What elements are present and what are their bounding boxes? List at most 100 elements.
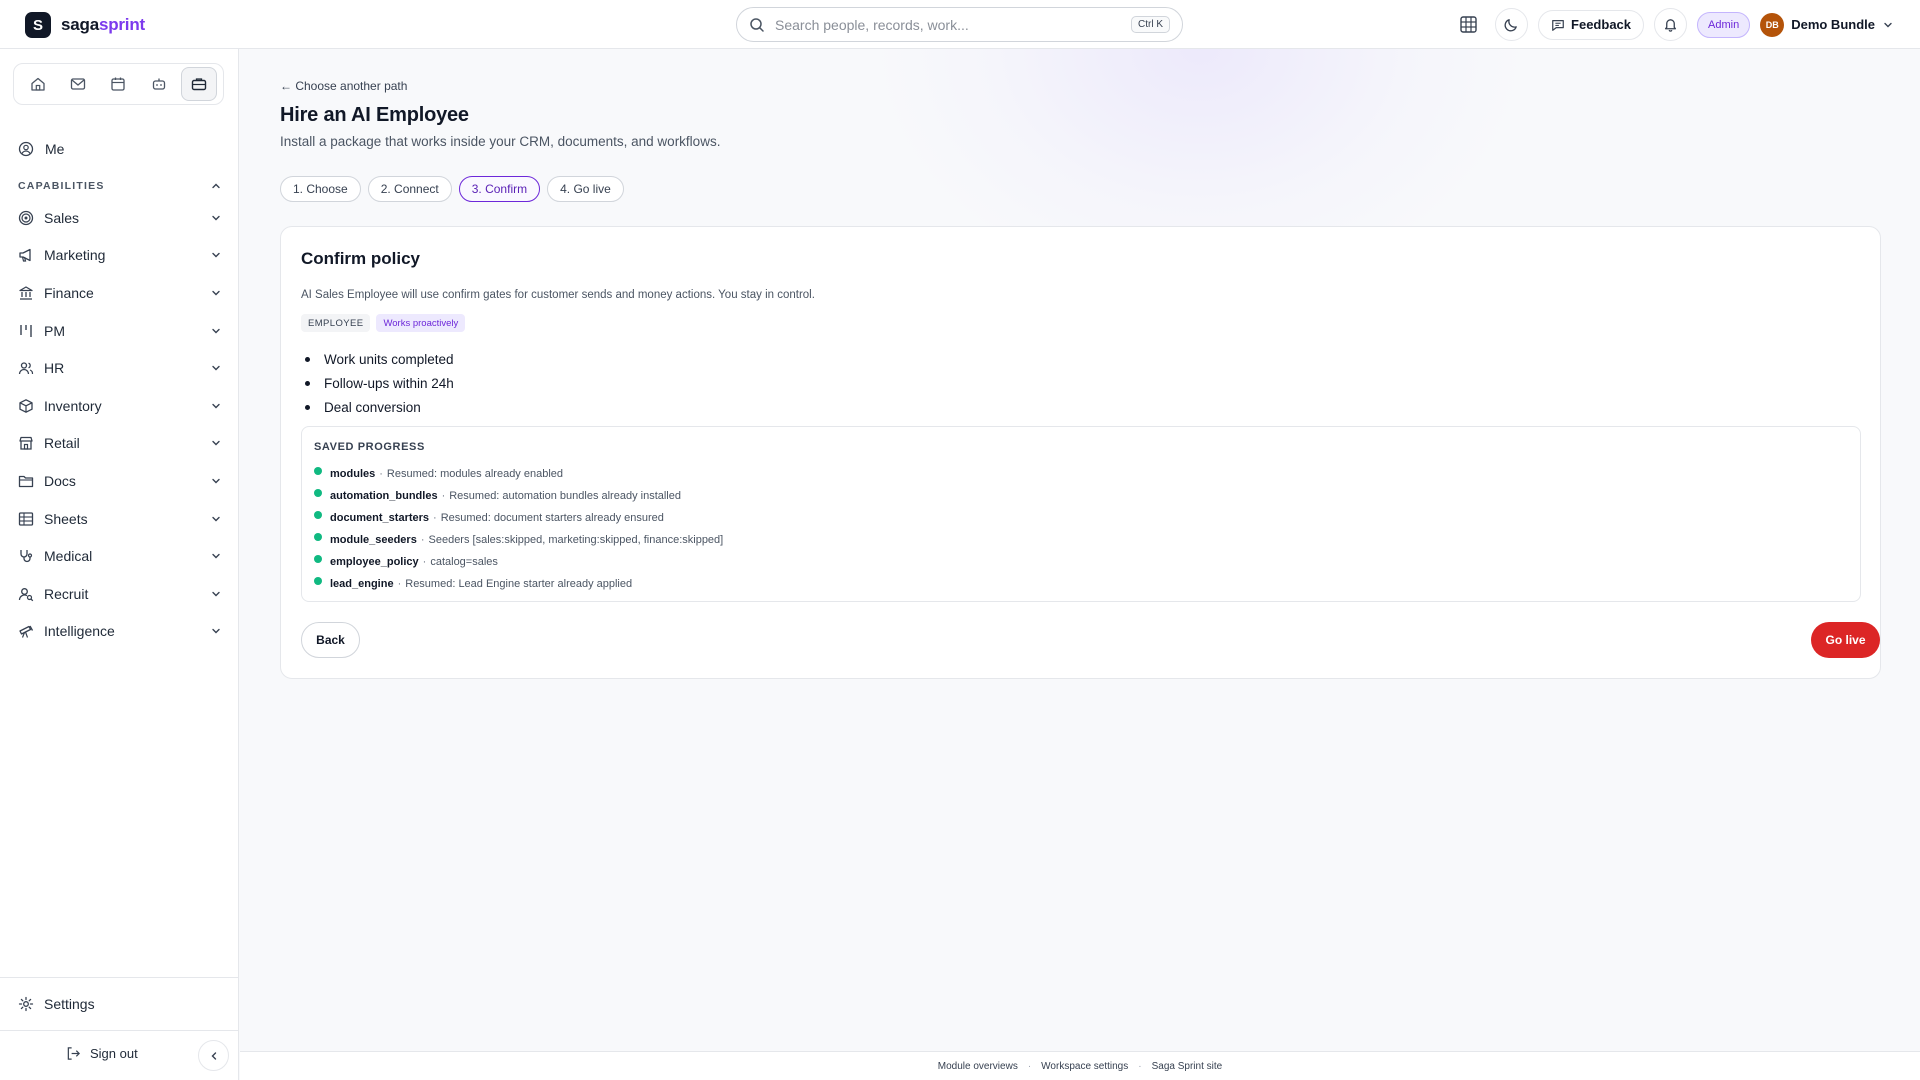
saved-progress-list: modules · Resumed: modules already enabled… <box>314 463 723 595</box>
chevron-down-icon <box>1884 22 1892 27</box>
progress-row: automation_bundles · Resumed: automation b… <box>314 485 723 507</box>
chevron-down-icon <box>212 328 220 334</box>
top-bar: S sagasprint Ctrl K Feedback Admin DB De… <box>0 0 1920 49</box>
footer-link-workspace-settings[interactable]: Workspace settings <box>1041 1061 1128 1072</box>
chevron-up-icon <box>212 183 220 189</box>
user-circle-icon <box>18 141 34 157</box>
footer-link-saga-sprint-site[interactable]: Saga Sprint site <box>1152 1061 1223 1072</box>
sidebar-item-label: Sales <box>44 209 80 226</box>
capabilities-nav: Sales Marketing Finance PM HR Inventory … <box>18 199 222 650</box>
sidebar-item-inventory[interactable]: Inventory <box>18 387 222 425</box>
sign-out-icon <box>67 1047 80 1060</box>
megaphone-icon <box>18 247 34 263</box>
quick-calendar-button[interactable] <box>100 67 136 101</box>
theme-toggle-button[interactable] <box>1495 8 1529 41</box>
admin-badge[interactable]: Admin <box>1697 11 1751 38</box>
sidebar-item-pm[interactable]: PM <box>18 312 222 350</box>
sidebar-item-sales[interactable]: Sales <box>18 199 222 237</box>
status-dot <box>314 511 322 519</box>
sidebar-item-intelligence[interactable]: Intelligence <box>18 613 222 651</box>
sidebar-item-label: Intelligence <box>44 623 115 640</box>
step-choose[interactable]: 1. Choose <box>280 176 361 202</box>
sidebar-item-recruit[interactable]: Recruit <box>18 575 222 613</box>
sidebar-item-marketing[interactable]: Marketing <box>18 237 222 275</box>
chevron-down-icon <box>212 478 220 484</box>
works-proactively-tag: Works proactively <box>376 314 466 332</box>
sidebar-item-me[interactable]: Me <box>18 141 64 157</box>
sidebar-item-label: HR <box>44 360 65 377</box>
chevron-down-icon <box>212 290 220 296</box>
user-menu[interactable]: DB Demo Bundle <box>1760 12 1894 37</box>
apps-grid-button[interactable] <box>1452 8 1485 41</box>
brand[interactable]: S sagasprint <box>25 12 145 38</box>
table-icon <box>18 511 34 527</box>
feedback-icon <box>1552 19 1564 31</box>
list-item: Work units completed <box>301 347 454 371</box>
status-dot <box>314 489 322 497</box>
card-description: AI Sales Employee will use confirm gates… <box>301 289 815 301</box>
step-go-live[interactable]: 4. Go live <box>547 176 624 202</box>
quick-briefcase-button[interactable] <box>180 67 217 101</box>
sidebar-item-label: Me <box>45 141 65 157</box>
sign-out-button[interactable]: Sign out <box>66 1046 138 1061</box>
main-content: ← Choose another path Hire an AI Employe… <box>240 49 1920 1051</box>
sidebar-item-label: Recruit <box>44 585 89 602</box>
search-input[interactable] <box>775 16 1131 33</box>
stethoscope-icon <box>18 548 34 564</box>
back-button[interactable]: Back <box>301 622 360 658</box>
sidebar-item-sheets[interactable]: Sheets <box>18 500 222 538</box>
sidebar-item-label: Finance <box>44 284 94 301</box>
status-dot <box>314 555 322 563</box>
brand-logo: S <box>25 12 51 38</box>
sidebar-item-label: Medical <box>44 548 93 565</box>
quick-home-button[interactable] <box>20 67 56 101</box>
brand-name: sagasprint <box>61 15 145 34</box>
sidebar-item-hr[interactable]: HR <box>18 349 222 387</box>
choose-another-path-link[interactable]: ← Choose another path <box>280 79 407 93</box>
home-icon <box>31 77 45 91</box>
quick-nav <box>13 63 224 105</box>
footer-link-module-overviews[interactable]: Module overviews <box>938 1061 1018 1072</box>
notifications-button[interactable] <box>1654 8 1688 41</box>
progress-row: module_seeders · Seeders [sales:skipped, m… <box>314 529 723 551</box>
sidebar-item-label: Sheets <box>44 510 88 527</box>
sidebar-item-finance[interactable]: Finance <box>18 274 222 312</box>
sidebar-footer: Settings Sign out <box>0 977 239 1080</box>
capabilities-header[interactable]: CAPABILITIES <box>18 180 222 192</box>
sidebar-item-retail[interactable]: Retail <box>18 425 222 463</box>
sidebar-item-label: PM <box>44 322 65 339</box>
sidebar: Me CAPABILITIES Sales Marketing Finance … <box>0 49 239 1080</box>
status-dot <box>314 533 322 541</box>
search-icon <box>750 17 764 32</box>
telescope-icon <box>18 623 34 639</box>
step-connect[interactable]: 2. Connect <box>367 176 452 202</box>
calendar-icon <box>111 77 126 91</box>
settings-label: Settings <box>44 996 95 1012</box>
footer-separator: · <box>1027 1060 1032 1072</box>
quick-mail-button[interactable] <box>60 67 96 101</box>
sidebar-item-docs[interactable]: Docs <box>18 462 222 500</box>
status-dot <box>314 577 322 585</box>
chevron-down-icon <box>212 403 220 409</box>
wizard-steps: 1. Choose 2. Connect 3. Confirm 4. Go li… <box>280 176 624 202</box>
collapse-sidebar-button[interactable] <box>198 1040 229 1071</box>
go-live-button[interactable]: Go live <box>1811 622 1880 658</box>
user-name: Demo Bundle <box>1791 17 1875 32</box>
sidebar-item-settings[interactable]: Settings <box>18 996 95 1012</box>
search-bar[interactable]: Ctrl K <box>736 7 1183 42</box>
metrics-list: Work units completed Follow-ups within 2… <box>301 347 454 419</box>
chevron-down-icon <box>212 591 220 597</box>
sidebar-item-medical[interactable]: Medical <box>18 537 222 575</box>
briefcase-icon <box>191 78 207 91</box>
footer-separator: · <box>1138 1060 1142 1072</box>
quick-bot-button[interactable] <box>141 67 177 101</box>
progress-row: document_starters · Resumed: document star… <box>314 507 723 529</box>
moon-icon <box>1504 19 1517 32</box>
step-confirm[interactable]: 3. Confirm <box>458 176 541 202</box>
folder-icon <box>18 473 34 489</box>
people-icon <box>18 360 34 376</box>
bot-icon <box>152 78 165 90</box>
feedback-button[interactable]: Feedback <box>1538 9 1645 40</box>
grid-icon <box>1460 16 1477 33</box>
confirm-policy-card: Confirm policy AI Sales Employee will us… <box>280 226 1881 679</box>
